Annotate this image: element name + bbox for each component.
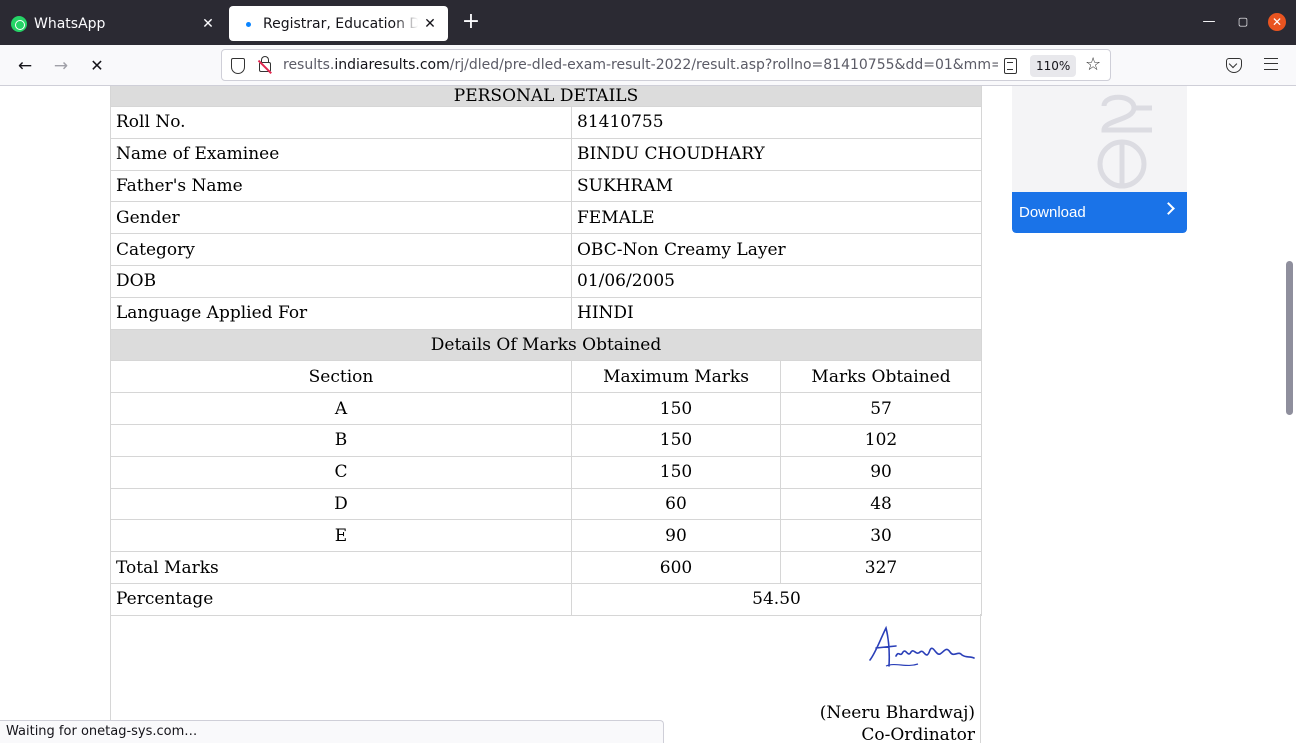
personal-details-header-row: PERSONAL DETAILS	[109, 86, 983, 107]
maximize-icon[interactable]: ▢	[1234, 13, 1252, 31]
field-value: HINDI	[570, 296, 983, 330]
max-marks-cell: 150	[571, 455, 781, 489]
section-cell: C	[110, 455, 572, 489]
field-value: SUKHRAM	[570, 169, 983, 203]
tab-title: WhatsApp	[34, 15, 106, 32]
table-row: DOB 01/06/2005	[110, 264, 983, 298]
status-bar: Waiting for onetag-sys.com…	[0, 720, 664, 743]
minimize-icon[interactable]: —	[1200, 13, 1218, 31]
column-header-maximum: Maximum Marks	[571, 360, 781, 394]
close-tab-icon[interactable]: ✕	[418, 16, 442, 32]
tab-bar: WhatsApp ✕ Registrar, Education Depa ✕ +…	[0, 0, 1296, 45]
chevron-right-icon	[1162, 202, 1175, 215]
table-row: E 90 30	[110, 519, 983, 553]
section-cell: E	[110, 519, 572, 553]
table-row: D 60 48	[110, 487, 983, 521]
signature-image	[869, 625, 975, 667]
close-window-icon[interactable]: ✕	[1268, 13, 1286, 31]
percentage-row: Percentage 54.50	[110, 582, 983, 616]
column-header-section: Section	[110, 360, 572, 394]
field-value: BINDU CHOUDHARY	[570, 137, 983, 171]
obtained-marks-cell: 90	[779, 455, 983, 489]
section-cell: B	[110, 423, 572, 457]
signatory-name: (Neeru Bhardwaj)	[819, 703, 975, 723]
vertical-scrollbar-thumb[interactable]	[1286, 261, 1293, 415]
url-bar[interactable]: results.indiaresults.com/rj/dled/pre-dle…	[221, 49, 1111, 81]
field-label: Category	[110, 233, 572, 266]
field-label: Name of Examinee	[110, 137, 572, 171]
tab-registrar[interactable]: Registrar, Education Depa ✕	[229, 6, 448, 41]
field-label: DOB	[110, 264, 572, 298]
max-marks-cell: 90	[571, 519, 781, 553]
marks-header-row: Details Of Marks Obtained	[109, 328, 983, 362]
whatsapp-icon	[11, 15, 27, 32]
total-obtained-cell: 327	[779, 551, 983, 584]
table-row: Roll No. 81410755	[110, 106, 983, 139]
total-max-cell: 600	[571, 551, 781, 584]
obtained-marks-cell: 102	[779, 423, 983, 457]
site-favicon-icon	[240, 16, 256, 32]
max-marks-cell: 150	[571, 392, 781, 425]
bookmark-star-icon[interactable]: ☆	[1085, 54, 1101, 75]
table-row: Language Applied For HINDI	[110, 296, 983, 330]
stop-loading-button[interactable]: ✕	[84, 53, 110, 79]
signatory-role: Co-Ordinator	[861, 725, 975, 743]
reader-view-icon[interactable]	[1004, 58, 1017, 74]
table-row: Father's Name SUKHRAM	[110, 169, 983, 203]
marks-header: Details Of Marks Obtained	[109, 328, 983, 362]
percentage-value: 54.50	[570, 582, 983, 616]
advertisement[interactable]: Download	[1012, 86, 1187, 233]
table-row: B 150 102	[110, 423, 983, 457]
url-prefix: results.	[283, 57, 335, 73]
table-row: C 150 90	[110, 455, 983, 489]
pocket-icon[interactable]	[1226, 58, 1242, 73]
obtained-marks-cell: 30	[779, 519, 983, 553]
field-value: 01/06/2005	[570, 264, 983, 298]
page-content: PERSONAL DETAILS Roll No. 81410755 Name …	[0, 86, 1296, 743]
percentage-label: Percentage	[110, 582, 572, 616]
new-tab-button[interactable]: +	[458, 10, 484, 36]
zoom-level-badge[interactable]: 110%	[1030, 55, 1077, 77]
total-label: Total Marks	[110, 551, 572, 584]
url-path: /rj/dled/pre-dled-exam-result-2022/resul…	[449, 57, 998, 73]
obtained-marks-cell: 57	[779, 392, 983, 425]
url-host: indiaresults.com	[334, 57, 450, 73]
ad-brand-logo-icon	[1097, 94, 1152, 189]
table-row: Name of Examinee BINDU CHOUDHARY	[110, 137, 983, 171]
obtained-marks-cell: 48	[779, 487, 983, 521]
close-tab-icon[interactable]: ✕	[196, 16, 220, 32]
navigation-toolbar: ← → ✕ results.indiaresults.com/rj/dled/p…	[0, 45, 1296, 86]
tab-whatsapp[interactable]: WhatsApp ✕	[0, 6, 226, 41]
section-cell: D	[110, 487, 572, 521]
marks-column-header-row: Section Maximum Marks Marks Obtained	[110, 360, 983, 394]
max-marks-cell: 150	[571, 423, 781, 457]
field-label: Gender	[110, 201, 572, 235]
ad-download-button[interactable]: Download	[1012, 192, 1187, 233]
section-cell: A	[110, 392, 572, 425]
tracking-protection-shield-icon[interactable]	[231, 58, 245, 74]
forward-button[interactable]: →	[48, 53, 74, 79]
tab-title: Registrar, Education Depa	[263, 15, 418, 32]
field-value: OBC-Non Creamy Layer	[570, 233, 983, 266]
field-label: Father's Name	[110, 169, 572, 203]
total-marks-row: Total Marks 600 327	[110, 551, 983, 584]
field-value: FEMALE	[570, 201, 983, 235]
result-table: PERSONAL DETAILS Roll No. 81410755 Name …	[109, 86, 983, 616]
back-button[interactable]: ←	[12, 53, 38, 79]
url-text[interactable]: results.indiaresults.com/rj/dled/pre-dle…	[283, 57, 998, 73]
column-header-obtained: Marks Obtained	[779, 360, 983, 394]
field-label: Language Applied For	[110, 296, 572, 330]
field-value: 81410755	[570, 106, 983, 139]
table-row: Category OBC-Non Creamy Layer	[110, 233, 983, 266]
table-row: A 150 57	[110, 392, 983, 425]
insecure-lock-icon[interactable]	[259, 56, 271, 72]
personal-details-header: PERSONAL DETAILS	[109, 86, 983, 107]
max-marks-cell: 60	[571, 487, 781, 521]
hamburger-menu-icon[interactable]	[1264, 58, 1278, 70]
ad-download-label: Download	[1019, 204, 1086, 221]
field-label: Roll No.	[110, 106, 572, 139]
table-row: Gender FEMALE	[110, 201, 983, 235]
